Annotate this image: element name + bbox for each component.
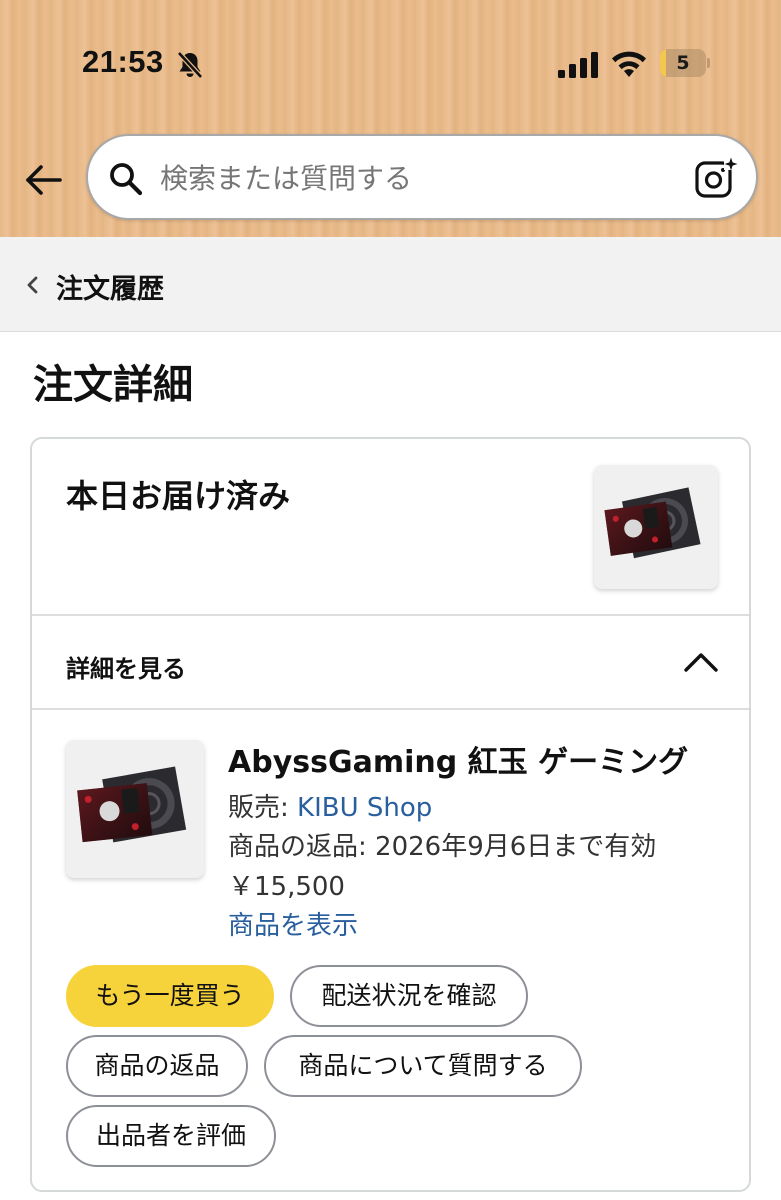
ask-question-button[interactable]: 商品について質問する [264,1035,582,1097]
item-title[interactable]: AbyssGaming 紅玉 ゲーミング [228,737,708,781]
cellular-signal-icon [558,52,598,78]
item-price: ￥15,500 [228,872,345,902]
battery-indicator: 5 [660,49,710,77]
track-package-button[interactable]: 配送状況を確認 [290,965,528,1027]
seller-line: 販売: KIBU Shop [228,787,432,824]
status-time: 21:53 [82,44,164,79]
back-arrow-icon[interactable] [22,160,64,200]
mousepad-image [77,766,187,843]
page-title: 注文詳細 [33,362,193,408]
search-icon [110,163,143,196]
app-header: 21:53 5 [0,0,781,237]
view-item-link[interactable]: 商品を表示 [228,905,358,942]
chevron-left-icon [27,276,38,294]
status-bar: 21:53 5 [0,38,781,90]
rate-seller-button[interactable]: 出品者を評価 [66,1105,276,1167]
return-policy: 商品の返品: 2026年9月6日まで有効 [228,832,657,862]
divider [32,708,749,710]
breadcrumb[interactable]: 注文履歴 [0,237,781,332]
delivery-status: 本日お届け済み [66,477,291,515]
mousepad-image [604,487,701,559]
wifi-icon [612,51,646,77]
details-toggle-label: 詳細を見る [66,655,186,683]
search-bar[interactable] [86,134,758,220]
details-toggle[interactable]: 詳細を見る [32,616,749,710]
buy-again-button[interactable]: もう一度買う [66,965,274,1027]
chevron-up-icon [684,653,718,672]
product-thumbnail[interactable] [594,465,718,589]
seller-link[interactable]: KIBU Shop [297,793,432,823]
breadcrumb-order-history[interactable]: 注文履歴 [56,267,164,306]
return-item-button[interactable]: 商品の返品 [66,1035,248,1097]
bell-slash-icon [177,51,203,79]
camera-search-icon[interactable] [694,156,738,200]
item-thumbnail[interactable] [66,740,204,878]
battery-level: 5 [676,52,690,74]
order-card: 本日お届け済み 詳細を見る AbyssGaming 紅玉 ゲーミング 販売: K… [30,437,751,1192]
seller-prefix: 販売: [228,793,298,823]
search-input[interactable] [160,154,680,202]
